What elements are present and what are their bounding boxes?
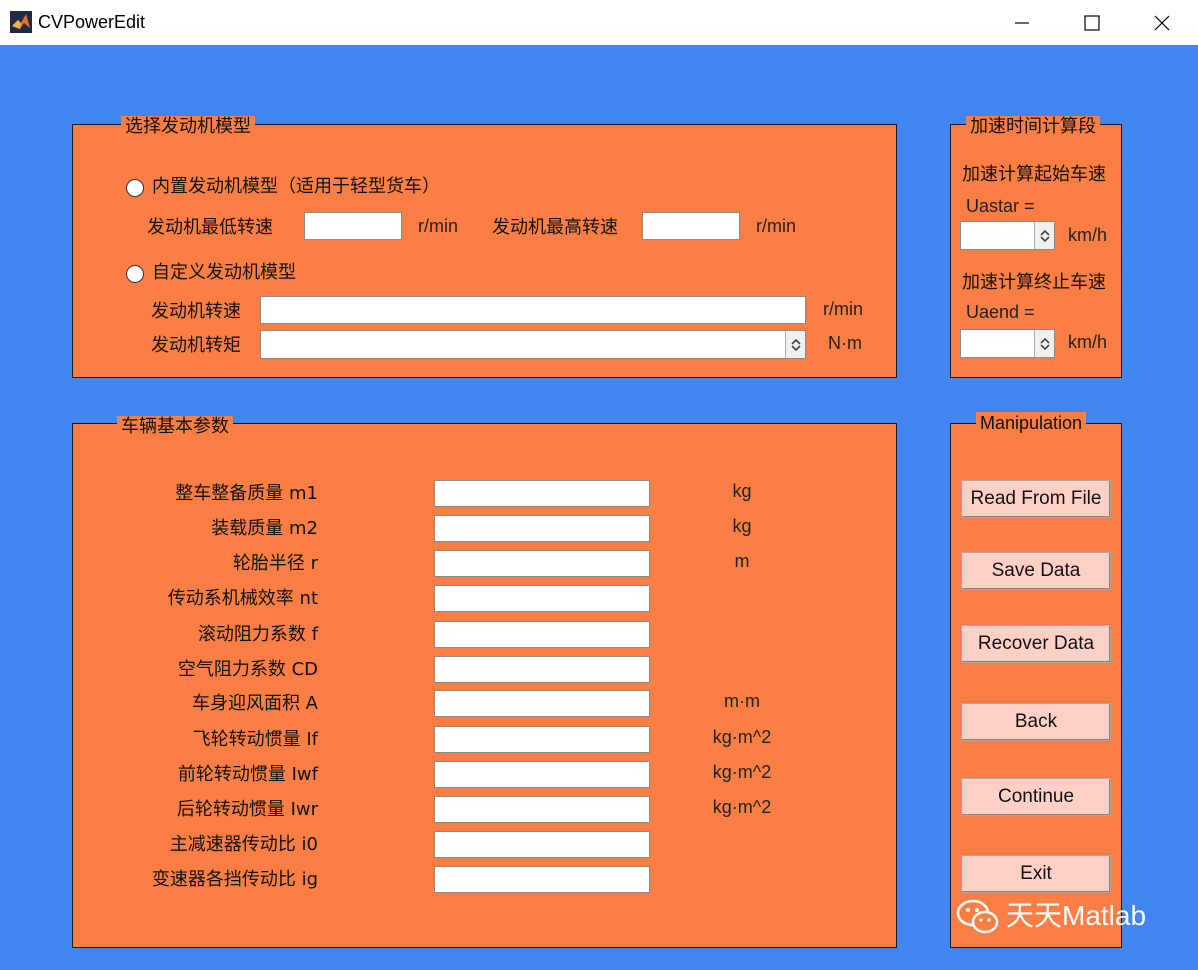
custom-engine-radio[interactable] — [126, 265, 144, 283]
max-speed-label: 发动机最高转速 — [492, 217, 618, 238]
vehicle-panel-title: 车辆基本参数 — [117, 416, 233, 438]
maximize-icon — [1084, 14, 1100, 31]
param-unit: kg — [732, 516, 752, 536]
continue-button[interactable]: Continue — [961, 778, 1111, 816]
manip-panel-title: Manipulation — [976, 412, 1087, 434]
param-input[interactable] — [434, 690, 650, 717]
param-input[interactable] — [434, 796, 650, 823]
close-button[interactable] — [1127, 0, 1197, 45]
param-label: 主减速器传动比 i0 — [169, 834, 318, 855]
param-label: 空气阻力系数 CD — [177, 659, 318, 680]
chevron-up-icon — [1039, 229, 1050, 236]
param-label: 轮胎半径 r — [232, 553, 318, 574]
accel-start-input[interactable] — [960, 221, 1055, 250]
min-speed-input[interactable] — [304, 212, 402, 240]
minimize-button[interactable] — [987, 0, 1057, 45]
param-label: 车身迎风面积 A — [191, 693, 318, 714]
param-label: 飞轮转动惯量 If — [192, 729, 318, 750]
accel-start-var: Uastar = — [966, 196, 1035, 216]
param-input[interactable] — [434, 831, 650, 858]
param-unit: m — [734, 551, 750, 571]
engine-torque-label: 发动机转矩 — [151, 335, 241, 356]
wechat-icon — [956, 899, 999, 934]
accel-start-spinner[interactable] — [1034, 222, 1054, 249]
max-speed-input[interactable] — [642, 212, 740, 240]
chevron-up-icon — [790, 338, 801, 345]
custom-engine-label: 自定义发动机模型 — [152, 262, 296, 283]
param-label: 后轮转动惯量 Iwr — [176, 799, 318, 820]
accel-end-label: 加速计算终止车速 — [962, 272, 1106, 293]
param-input[interactable] — [434, 515, 650, 542]
exit-button[interactable]: Exit — [961, 855, 1111, 893]
accel-start-label: 加速计算起始车速 — [962, 164, 1106, 185]
chevron-down-icon — [790, 344, 801, 351]
param-label: 装载质量 m2 — [211, 518, 318, 539]
param-input[interactable] — [434, 480, 650, 507]
param-input[interactable] — [434, 656, 650, 683]
engine-speed-input[interactable] — [260, 296, 806, 324]
save-data-button[interactable]: Save Data — [961, 552, 1111, 590]
param-unit: kg — [732, 481, 752, 501]
builtin-engine-label: 内置发动机模型（适用于轻型货车） — [152, 176, 440, 197]
engine-panel-title: 选择发动机模型 — [121, 116, 255, 138]
close-icon — [1154, 15, 1170, 30]
param-label: 变速器各挡传动比 ig — [151, 869, 318, 890]
matlab-logo-icon — [10, 11, 32, 33]
engine-torque-unit: N·m — [828, 333, 862, 353]
param-label: 前轮转动惯量 Iwf — [177, 764, 318, 785]
min-speed-unit: r/min — [418, 216, 458, 236]
accel-end-input[interactable] — [960, 329, 1055, 358]
chevron-down-icon — [1039, 235, 1050, 242]
torque-scroll[interactable] — [785, 331, 805, 358]
param-input[interactable] — [434, 585, 650, 612]
param-unit: m·m — [724, 691, 760, 711]
read-from-file-button[interactable]: Read From File — [961, 480, 1111, 518]
param-unit: kg·m^2 — [712, 727, 772, 747]
minimize-icon — [1015, 21, 1029, 24]
chevron-down-icon — [1039, 343, 1050, 350]
param-label: 滚动阻力系数 f — [197, 624, 318, 645]
min-speed-label: 发动机最低转速 — [147, 217, 273, 238]
param-input[interactable] — [434, 621, 650, 648]
param-input[interactable] — [434, 761, 650, 788]
accel-end-var: Uaend = — [966, 302, 1035, 322]
max-speed-unit: r/min — [756, 216, 796, 236]
maximize-button[interactable] — [1057, 0, 1127, 45]
engine-speed-unit: r/min — [823, 299, 863, 319]
accel-start-unit: km/h — [1068, 225, 1108, 245]
accel-panel-title: 加速时间计算段 — [966, 116, 1100, 138]
param-unit: kg·m^2 — [712, 762, 772, 782]
accel-end-spinner[interactable] — [1034, 330, 1054, 357]
recover-data-button[interactable]: Recover Data — [961, 625, 1111, 663]
back-button[interactable]: Back — [961, 703, 1111, 741]
window-title: CVPowerEdit — [38, 12, 146, 32]
param-input[interactable] — [434, 866, 650, 893]
builtin-engine-radio[interactable] — [126, 179, 144, 197]
param-input[interactable] — [434, 726, 650, 753]
watermark-text: 天天Matlab — [1006, 900, 1147, 931]
param-unit: kg·m^2 — [712, 797, 772, 817]
chevron-up-icon — [1039, 337, 1050, 344]
param-label: 整车整备质量 m1 — [175, 483, 318, 504]
param-input[interactable] — [434, 550, 650, 577]
engine-torque-input[interactable] — [260, 330, 806, 359]
engine-speed-label: 发动机转速 — [151, 301, 241, 322]
param-label: 传动系机械效率 nt — [167, 588, 318, 609]
window-title-bar[interactable]: CVPowerEdit — [0, 0, 1198, 45]
accel-end-unit: km/h — [1068, 332, 1108, 352]
